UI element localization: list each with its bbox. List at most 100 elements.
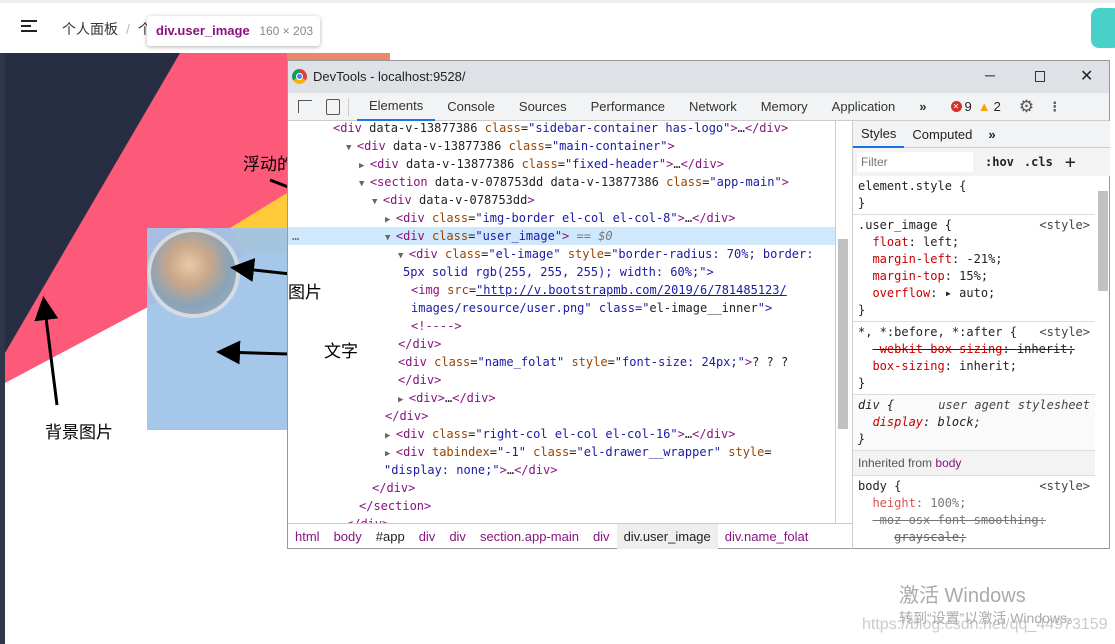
property[interactable]: box-sizing (872, 359, 944, 373)
dom-node-text: <img src="http://v.bootstrapmb.com/2019/… (411, 283, 787, 297)
value[interactable]: auto; (959, 286, 995, 300)
more-tabs-button[interactable]: » (907, 93, 938, 121)
dom-crumb[interactable]: div (412, 524, 443, 549)
tab-styles[interactable]: Styles (853, 121, 905, 148)
dom-node-text: </div> (398, 373, 442, 387)
dom-node-line[interactable]: </div> (288, 515, 835, 523)
dom-crumb[interactable]: section.app-main (473, 524, 586, 549)
dom-node-line[interactable]: ▼ <div data-v-13877386 class="main-conta… (288, 137, 835, 155)
inherited-label: Inherited from (858, 456, 933, 470)
styles-scrollbar[interactable] (1098, 191, 1108, 291)
dom-crumb[interactable]: div (442, 524, 473, 549)
collapse-triangle-icon[interactable]: ▼ (359, 179, 370, 189)
dom-node-line[interactable]: ▶ <div tabindex="-1" class="el-drawer__w… (288, 443, 835, 461)
source-link[interactable]: <style> (1039, 478, 1090, 495)
dom-node-line[interactable]: ▶ <div data-v-13877386 class="fixed-head… (288, 155, 835, 173)
dom-node-line[interactable]: <!----> (288, 317, 835, 335)
property[interactable]: overflow (872, 286, 930, 300)
dom-node-line[interactable]: ▶ <div class="right-col el-col el-col-16… (288, 425, 835, 443)
dom-node-line[interactable]: ▼ <div data-v-078753dd> (288, 191, 835, 209)
styles-filter-input[interactable] (857, 152, 973, 172)
app-icon[interactable] (1091, 8, 1115, 48)
dom-node-text: <div data-v-13877386 class="main-contain… (356, 139, 675, 153)
property[interactable]: margin-left (872, 252, 951, 266)
dom-crumb[interactable]: html (288, 524, 327, 549)
inspect-icon[interactable] (298, 100, 312, 113)
tab-sources[interactable]: Sources (507, 93, 579, 121)
rule-universal: <style> *, *:before, *:after { -webkit-bo… (853, 322, 1095, 395)
selector: body { (858, 479, 902, 493)
dom-crumb[interactable]: div.user_image (616, 524, 718, 549)
new-rule-button[interactable]: + (1065, 152, 1076, 173)
maximize-button[interactable] (1035, 71, 1045, 82)
dom-node-line[interactable]: </div> (288, 479, 835, 497)
dom-node-line[interactable]: <img src="http://v.bootstrapmb.com/2019/… (288, 281, 835, 299)
tab-computed[interactable]: Computed (904, 127, 980, 142)
tab-memory[interactable]: Memory (749, 93, 820, 121)
dom-node-line[interactable]: ▼ <div class="el-image" style="border-ra… (288, 245, 835, 263)
minimize-button[interactable]: ─ (985, 67, 995, 83)
source-link[interactable]: <style> (1039, 324, 1090, 341)
dom-node-line[interactable]: "display: none;">…</div> (288, 461, 835, 479)
close-button[interactable]: ✕ (1080, 66, 1093, 86)
value[interactable]: 100%; (930, 496, 966, 510)
property[interactable]: -moz-osx-font-smoothing: (872, 513, 1045, 527)
tab-elements[interactable]: Elements (357, 93, 436, 121)
collapse-triangle-icon[interactable]: ▼ (346, 143, 357, 153)
property[interactable]: height (872, 496, 915, 510)
dom-node-line[interactable]: </section> (288, 497, 835, 515)
expand-triangle-icon[interactable]: ▶ (385, 215, 396, 225)
dom-node-line[interactable]: 5px solid rgb(255, 255, 255); width: 60%… (288, 263, 835, 281)
dom-node-line[interactable]: <div class="name_folat" style="font-size… (288, 353, 835, 371)
expand-triangle-icon[interactable]: ▶ (398, 395, 409, 405)
warning-icon[interactable]: ▲ (978, 99, 991, 114)
collapse-triangle-icon[interactable]: ▼ (398, 251, 409, 261)
value[interactable]: grayscale; (894, 530, 966, 544)
tab-application[interactable]: Application (820, 93, 908, 121)
error-icon[interactable]: ✕ (950, 101, 962, 112)
value[interactable]: left; (923, 235, 959, 249)
property[interactable]: margin-top (872, 269, 944, 283)
settings-icon[interactable]: ⚙ (1019, 97, 1034, 117)
value[interactable]: inherit; (1017, 342, 1075, 356)
value[interactable]: 15%; (959, 269, 988, 283)
tab-network[interactable]: Network (677, 93, 749, 121)
hov-button[interactable]: :hov (985, 155, 1014, 169)
expand-triangle-icon[interactable]: ▶ (385, 449, 396, 459)
dom-node-line[interactable]: <div data-v-13877386 class="sidebar-cont… (288, 121, 835, 137)
brace: } (858, 303, 866, 317)
dom-node-line[interactable]: … ▼ <div class="user_image"> == $0 (288, 227, 835, 245)
dom-crumb[interactable]: div.name_folat (718, 524, 816, 549)
property: display (872, 415, 924, 429)
value[interactable]: inherit; (959, 359, 1017, 373)
collapse-triangle-icon[interactable]: ▼ (385, 233, 396, 243)
expand-triangle-icon[interactable]: ▶ (359, 161, 370, 171)
more-options-icon[interactable]: ⋮ (1048, 99, 1061, 115)
tab-console[interactable]: Console (435, 93, 507, 121)
devtools-window: DevTools - localhost:9528/ ─ ✕ Elements … (287, 60, 1110, 549)
value[interactable]: -21%; (966, 252, 1002, 266)
source-link[interactable]: <style> (1039, 217, 1090, 234)
inherited-link[interactable]: body (935, 456, 961, 470)
dom-node-line[interactable]: ▼ <section data-v-078753dd data-v-138773… (288, 173, 835, 191)
cls-button[interactable]: .cls (1024, 155, 1053, 169)
device-toolbar-icon[interactable] (326, 98, 340, 115)
dom-node-line[interactable]: ▶ <div class="img-border el-col el-col-8… (288, 209, 835, 227)
elements-scrollbar[interactable] (838, 239, 848, 429)
property[interactable]: float (872, 235, 908, 249)
error-count: 9 (964, 99, 972, 114)
rule-body: <style> body { height: 100%; -moz-osx-fon… (858, 478, 1090, 544)
dom-node-line[interactable]: </div> (288, 407, 835, 425)
dom-crumb[interactable]: div (586, 524, 617, 549)
dom-node-line[interactable]: </div> (288, 371, 835, 389)
tab-performance[interactable]: Performance (579, 93, 677, 121)
dom-node-line[interactable]: </div> (288, 335, 835, 353)
dom-crumb[interactable]: #app (369, 524, 412, 549)
dom-node-line[interactable]: images/resource/user.png" class="el-imag… (288, 299, 835, 317)
dom-crumb[interactable]: body (327, 524, 369, 549)
collapse-triangle-icon[interactable]: ▼ (372, 197, 383, 207)
more-tabs-button[interactable]: » (980, 127, 1003, 142)
expand-triangle-icon[interactable]: ▶ (385, 431, 396, 441)
property[interactable]: -webkit-box-sizing (872, 342, 1002, 356)
dom-node-line[interactable]: ▶ <div>…</div> (288, 389, 835, 407)
